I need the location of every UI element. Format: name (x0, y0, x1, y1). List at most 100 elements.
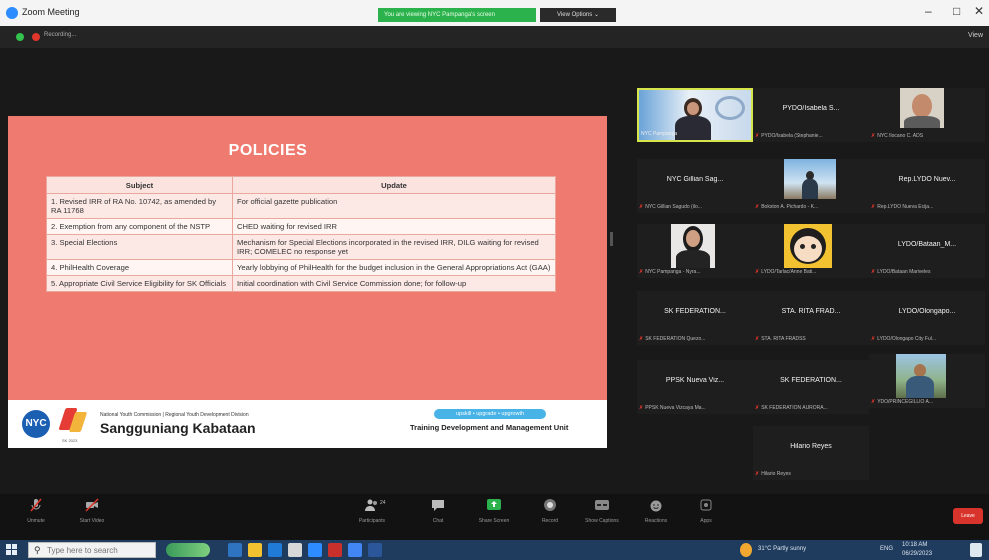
meeting-status-bar: Recording... View (0, 26, 989, 48)
view-button[interactable]: View (968, 32, 983, 39)
participant-tile[interactable]: LYDO/Bataan_M... ✗ LYDO/Bataan Mariveles (869, 224, 985, 278)
muted-mic-icon: ✗ (755, 405, 760, 411)
weather-text[interactable]: 31°C Partly sunny (758, 546, 806, 552)
slide-footer: NYC SK 2023 National Youth Commission | … (8, 400, 607, 448)
muted-mic-icon: ✗ (639, 405, 644, 411)
table-row: 5. Appropriate Civil Service Eligibility… (46, 275, 556, 292)
screen-share-banner: You are viewing NYC Pampanga's screen (378, 8, 536, 22)
taskbar-search[interactable]: ⚲ (28, 542, 156, 558)
chat-button[interactable]: Chat (418, 498, 458, 524)
close-button[interactable]: ✕ (974, 4, 984, 18)
video-camera-off-icon (85, 498, 99, 512)
taskbar-app-icon[interactable] (328, 543, 342, 557)
muted-mic-icon: ✗ (639, 269, 644, 275)
tagline-pill: upskill • upgrade • upgrowth (434, 409, 546, 419)
participant-display-name: SK FEDERATION... (664, 308, 726, 315)
windows-start-icon[interactable] (6, 544, 18, 556)
participant-tile[interactable]: ✗ NYC Pampanga - Nyra... (637, 224, 753, 278)
language-indicator[interactable]: ENG (880, 546, 893, 552)
participant-label: ✗ LYDO/Tarlac/Anne Bati... (755, 269, 817, 275)
leave-meeting-button[interactable]: Leave (953, 508, 983, 524)
windows-taskbar: ⚲ 31°C Partly sunny ENG 10:18 AM 06/29/2… (0, 540, 989, 560)
participant-tile[interactable]: ✗ Bokston A. Pichardo - K... (753, 159, 869, 213)
apps-icon (700, 499, 712, 511)
participant-tile[interactable]: SK FEDERATION... ✗ SK FEDERATION AURORA..… (753, 360, 869, 414)
recording-icon[interactable] (32, 33, 40, 41)
reactions-button[interactable]: Reactions (636, 498, 676, 524)
edge-browser-icon[interactable] (268, 543, 282, 557)
minimize-button[interactable]: – (925, 4, 932, 18)
participant-tile[interactable]: LYDO/Olongapo... ✗ LYDO/Olongapo City Ful… (869, 291, 985, 345)
participant-video (784, 224, 832, 268)
start-video-button[interactable]: Start Video (72, 498, 112, 524)
word-icon[interactable] (368, 543, 382, 557)
muted-mic-icon: ✗ (755, 471, 760, 477)
participant-tile[interactable]: ✗ YDO/PRINCEGILLIO A... (869, 354, 985, 408)
microphone-muted-icon (30, 498, 42, 512)
notifications-icon[interactable] (970, 543, 982, 557)
participant-label: ✗ Rep.LYDO Nueva Ecija... (871, 204, 934, 210)
maximize-button[interactable]: □ (953, 4, 960, 18)
meeting-area: POLICIES Subject Update 1. Revised IRR o… (0, 48, 989, 494)
participant-display-name: LYDO/Olongapo... (898, 308, 956, 315)
participant-label: ✗ PYDO/Isabela (Stephanie... (755, 133, 823, 139)
unmute-button[interactable]: Unmute (16, 498, 56, 524)
nyc-division-text: National Youth Commission | Regional You… (100, 412, 249, 418)
apps-button[interactable]: Apps (686, 498, 726, 524)
muted-mic-icon: ✗ (639, 204, 644, 210)
show-captions-button[interactable]: Show Captions (582, 498, 622, 524)
participant-label: ✗ STA. RITA FRADSS (755, 336, 806, 342)
table-header-subject: Subject (46, 176, 233, 194)
muted-mic-icon: ✗ (871, 204, 876, 210)
clock-time[interactable]: 10:18 AM (902, 542, 927, 548)
participant-label: ✗ NYC Ilocano C. ADS (871, 133, 924, 139)
participant-video (784, 159, 836, 199)
participant-label: ✗ LYDO/Bataan Mariveles (871, 269, 931, 275)
muted-mic-icon: ✗ (755, 204, 760, 210)
record-icon (544, 499, 556, 511)
participants-button[interactable]: 24 Participants (352, 498, 392, 524)
table-row: 3. Special Elections Mechanism for Speci… (46, 234, 556, 260)
table-row: 1. Revised IRR of RA No. 10742, as amend… (46, 193, 556, 219)
participant-tile[interactable]: Hilario Reyes ✗ Hilario Reyes (753, 426, 869, 480)
share-screen-button[interactable]: Share Screen (474, 498, 514, 524)
participant-tile[interactable]: NYC Pampanga (637, 88, 753, 142)
weather-icon[interactable] (740, 543, 752, 557)
participant-tile[interactable]: STA. RITA FRAD... ✗ STA. RITA FRADSS (753, 291, 869, 345)
participant-tile[interactable]: SK FEDERATION... ✗ SK FEDERATION Quezo... (637, 291, 753, 345)
participant-tile[interactable]: PYDO/Isabela S... ✗ PYDO/Isabela (Stephan… (753, 88, 869, 142)
table-cell-subject: 5. Appropriate Civil Service Eligibility… (46, 275, 233, 292)
sk-logo-caption: SK 2023 (62, 438, 78, 443)
zoom-taskbar-icon[interactable] (308, 543, 322, 557)
participant-display-name: Hilario Reyes (790, 443, 832, 450)
record-button[interactable]: Record (530, 498, 570, 524)
zoom-meeting-window: Zoom Meeting You are viewing NYC Pampang… (0, 0, 989, 560)
file-explorer-icon[interactable] (248, 543, 262, 557)
participant-display-name: STA. RITA FRAD... (781, 308, 841, 315)
panel-splitter-handle[interactable] (610, 232, 613, 246)
participant-label: ✗ SK FEDERATION Quezo... (639, 336, 706, 342)
participant-tile[interactable]: PPSK Nueva Viz... ✗ PPSK Nueva Vizcaya Ma… (637, 360, 753, 414)
participant-label: ✗ LYDO/Olongapo City Ful... (871, 336, 937, 342)
participant-display-name: PYDO/Isabela S... (782, 105, 840, 112)
participant-tile[interactable]: ✗ LYDO/Tarlac/Anne Bati... (753, 224, 869, 278)
participant-tile[interactable]: Rep.LYDO Nuev... ✗ Rep.LYDO Nueva Ecija..… (869, 159, 985, 213)
taskbar-app-thumbnail[interactable] (166, 543, 210, 557)
security-shield-icon[interactable] (16, 33, 24, 41)
reactions-smiley-icon (650, 500, 662, 512)
participant-tile[interactable]: ✗ NYC Ilocano C. ADS (869, 88, 985, 142)
chrome-icon[interactable] (348, 543, 362, 557)
participant-display-name: SK FEDERATION... (780, 377, 842, 384)
meeting-controls-bar: Unmute Start Video 24 Participants Chat … (0, 494, 989, 540)
participant-tile[interactable]: NYC Gillian Sag... ✗ NYC Gillian Sagudo (… (637, 159, 753, 213)
task-view-icon[interactable] (228, 543, 242, 557)
view-options-button[interactable]: View Options ⌄ (540, 8, 616, 22)
participant-display-name: LYDO/Bataan_M... (897, 241, 957, 248)
participant-label: ✗ NYC Pampanga - Nyra... (639, 269, 701, 275)
participant-video (900, 88, 944, 128)
table-header-update: Update (232, 176, 556, 194)
search-icon: ⚲ (34, 545, 41, 555)
store-icon[interactable] (288, 543, 302, 557)
taskbar-search-input[interactable] (47, 544, 151, 556)
clock-date[interactable]: 06/29/2023 (902, 551, 932, 557)
